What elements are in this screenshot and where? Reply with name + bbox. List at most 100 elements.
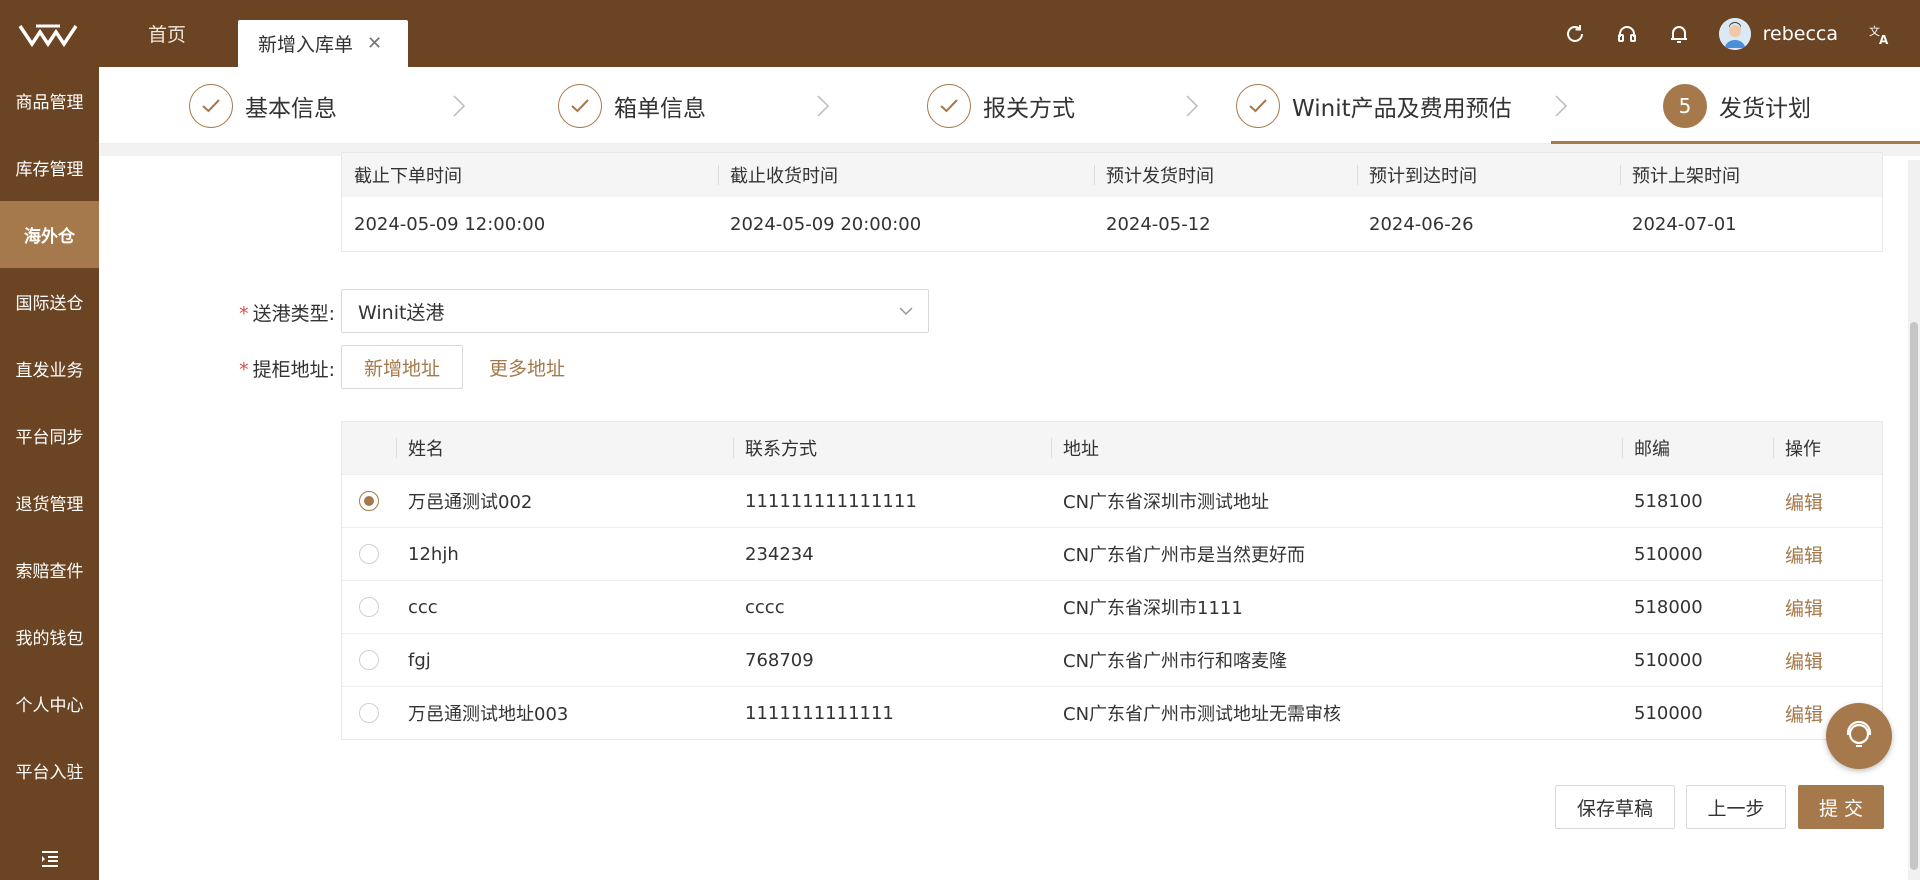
sidebar-item-intl-delivery[interactable]: 国际送仓: [0, 268, 99, 335]
previous-step-button[interactable]: 上一步: [1686, 785, 1786, 829]
estimated-shelf-date: 2024-07-01: [1632, 213, 1737, 235]
cell-contact: 111111111111111: [745, 490, 917, 512]
support-icon: [1846, 720, 1872, 747]
column-header-contact: 联系方式: [733, 422, 1051, 474]
row-radio[interactable]: [359, 597, 379, 617]
table-row[interactable]: 12hjh 234234 CN广东省广州市是当然更好而 510000 编辑: [342, 527, 1882, 580]
chevron-right-icon: [453, 95, 466, 117]
sidebar: 商品管理 库存管理 海外仓 国际送仓 直发业务 平台同步 退货管理 索赔查件 我…: [0, 67, 99, 880]
sidebar-item-wallet[interactable]: 我的钱包: [0, 603, 99, 670]
check-icon: [927, 84, 971, 128]
step-winit-products[interactable]: Winit产品及费用预估: [1236, 83, 1512, 129]
chevron-down-icon: [899, 307, 913, 316]
close-icon[interactable]: ✕: [367, 33, 382, 54]
port-type-label: * 送港类型:: [239, 303, 335, 325]
step-label: 报关方式: [983, 96, 1075, 122]
schedule-table: 截止下单时间 截止收货时间 预计发货时间 预计到达时间 预计上架时间 2024-…: [341, 152, 1883, 252]
more-address-link[interactable]: 更多地址: [489, 345, 565, 389]
sidebar-item-returns[interactable]: 退货管理: [0, 469, 99, 536]
step-shipping-plan[interactable]: 5 发货计划: [1663, 83, 1811, 129]
sidebar-item-direct-shipping[interactable]: 直发业务: [0, 335, 99, 402]
submit-button[interactable]: 提 交: [1798, 785, 1884, 829]
table-row[interactable]: fgj 768709 CN广东省广州市行和喀麦隆 510000 编辑: [342, 633, 1882, 686]
scrollbar-thumb[interactable]: [1910, 322, 1918, 870]
chevron-right-icon: [1186, 95, 1199, 117]
address-header-row: 姓名 联系方式 地址 邮编 操作: [342, 422, 1882, 474]
step-customs[interactable]: 报关方式: [927, 83, 1075, 129]
cell-name: ccc: [408, 596, 438, 618]
sidebar-item-profile[interactable]: 个人中心: [0, 670, 99, 737]
step-label: Winit产品及费用预估: [1292, 96, 1512, 122]
translate-icon[interactable]: 文A: [1868, 22, 1892, 46]
cell-name: fgj: [408, 649, 431, 671]
tab-new-inbound-order[interactable]: 新增入库单 ✕: [238, 20, 408, 67]
column-header-zip: 邮编: [1622, 422, 1773, 474]
edit-link[interactable]: 编辑: [1785, 594, 1823, 621]
username[interactable]: rebecca: [1763, 23, 1838, 45]
order-cutoff-time: 2024-05-09 12:00:00: [354, 213, 546, 235]
cell-zip: 518000: [1634, 596, 1703, 618]
table-row[interactable]: ccc cccc CN广东省深圳市1111 518000 编辑: [342, 580, 1882, 633]
port-type-value: Winit送港: [358, 301, 445, 324]
check-icon: [558, 84, 602, 128]
chevron-right-icon: [817, 95, 830, 117]
table-row[interactable]: 万邑通测试002 111111111111111 CN广东省深圳市测试地址 51…: [342, 474, 1882, 527]
headset-icon[interactable]: [1615, 22, 1639, 46]
schedule-header: 预计到达时间: [1357, 153, 1620, 197]
step-box-list[interactable]: 箱单信息: [558, 83, 706, 129]
schedule-header-row: 截止下单时间 截止收货时间 预计发货时间 预计到达时间 预计上架时间: [342, 153, 1882, 197]
edit-link[interactable]: 编辑: [1785, 488, 1823, 515]
column-header-action: 操作: [1773, 422, 1882, 474]
customer-service-button[interactable]: [1826, 703, 1892, 769]
row-radio[interactable]: [359, 703, 379, 723]
add-address-button[interactable]: 新增地址: [341, 345, 463, 389]
step-progress: 基本信息 箱单信息 报关方式 Winit产品及费用预估 5 发货计划: [99, 67, 1920, 144]
logo-icon[interactable]: [18, 22, 78, 48]
top-bar: 首页 新增入库单 ✕ rebecca 文A: [0, 0, 1920, 67]
cell-address: CN广东省广州市行和喀麦隆: [1063, 651, 1288, 672]
step-label: 发货计划: [1719, 96, 1811, 122]
step-number: 5: [1663, 84, 1707, 128]
cell-zip: 510000: [1634, 543, 1703, 565]
cell-name: 万邑通测试地址003: [408, 704, 569, 725]
cell-address: CN广东省深圳市1111: [1063, 598, 1243, 619]
refresh-icon[interactable]: [1563, 22, 1587, 46]
check-icon: [1236, 84, 1280, 128]
schedule-row: 2024-05-09 12:00:00 2024-05-09 20:00:00 …: [342, 197, 1882, 251]
edit-link[interactable]: 编辑: [1785, 647, 1823, 674]
tab-home[interactable]: 首页: [148, 0, 186, 67]
cell-name: 万邑通测试002: [408, 492, 533, 513]
avatar[interactable]: [1718, 17, 1751, 50]
cell-address: CN广东省广州市是当然更好而: [1063, 545, 1306, 566]
edit-link[interactable]: 编辑: [1785, 700, 1823, 727]
sidebar-item-products[interactable]: 商品管理: [0, 67, 99, 134]
menu-collapse-icon[interactable]: [0, 850, 99, 868]
bell-icon[interactable]: [1667, 22, 1691, 46]
row-radio[interactable]: [359, 650, 379, 670]
cell-zip: 510000: [1634, 702, 1703, 724]
schedule-header: 预计上架时间: [1620, 153, 1882, 197]
schedule-header: 截止下单时间: [354, 166, 462, 187]
row-radio[interactable]: [359, 544, 379, 564]
step-label: 箱单信息: [614, 96, 706, 122]
table-row[interactable]: 万邑通测试地址003 1111111111111 CN广东省广州市测试地址无需审…: [342, 686, 1882, 739]
column-header-name: 姓名: [396, 422, 733, 474]
row-radio[interactable]: [359, 491, 379, 511]
sidebar-item-overseas-warehouse[interactable]: 海外仓: [0, 201, 99, 268]
sidebar-item-platform-sync[interactable]: 平台同步: [0, 402, 99, 469]
cell-zip: 510000: [1634, 649, 1703, 671]
estimated-ship-date: 2024-05-12: [1106, 213, 1211, 235]
save-draft-button[interactable]: 保存草稿: [1555, 785, 1675, 829]
step-label: 基本信息: [245, 96, 337, 122]
cell-contact: 768709: [745, 649, 814, 671]
cell-contact: cccc: [745, 596, 785, 618]
address-table: 姓名 联系方式 地址 邮编 操作 万邑通测试002 11111111111111…: [341, 421, 1883, 740]
schedule-header: 预计发货时间: [1094, 153, 1357, 197]
sidebar-item-platform-onboarding[interactable]: 平台入驻: [0, 737, 99, 804]
edit-link[interactable]: 编辑: [1785, 541, 1823, 568]
sidebar-item-inventory[interactable]: 库存管理: [0, 134, 99, 201]
step-basic-info[interactable]: 基本信息: [189, 83, 337, 129]
sidebar-item-claims[interactable]: 索赔查件: [0, 536, 99, 603]
cell-address: CN广东省深圳市测试地址: [1063, 492, 1270, 513]
port-type-select[interactable]: Winit送港: [341, 289, 929, 333]
